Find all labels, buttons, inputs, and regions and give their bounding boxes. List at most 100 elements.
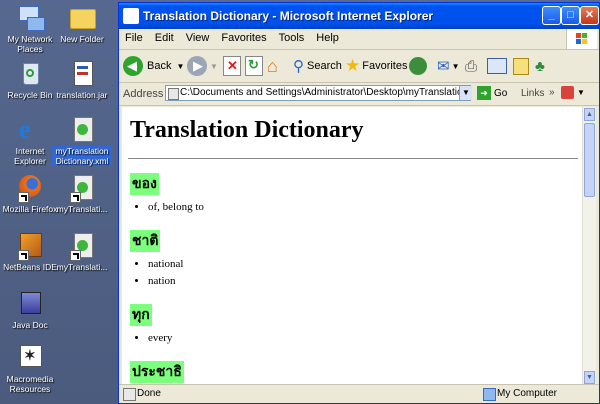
maximize-button[interactable]: □ (561, 6, 580, 25)
ie-page-icon (123, 8, 139, 24)
history-icon (409, 57, 427, 75)
vertical-scrollbar[interactable]: ▲ ▼ (582, 107, 596, 385)
note-icon (513, 57, 529, 75)
links-label[interactable]: Links (521, 88, 544, 99)
address-label: Address (123, 88, 164, 100)
address-bar: Address C:\Documents and Settings\Admini… (119, 83, 599, 106)
close-icon: ✕ (584, 9, 595, 21)
forward-dropdown-icon: ▼ (210, 61, 218, 71)
messenger-button[interactable]: ♣ (535, 54, 545, 78)
desktop-icon-mytranslation-xml[interactable]: myTranslation Dictionary.xml (52, 114, 112, 166)
desktop-icon-netbeans-ide[interactable]: NetBeans IDE (0, 230, 60, 272)
go-button[interactable]: ➜ Go (477, 86, 507, 100)
maximize-icon: □ (567, 9, 574, 21)
back-button[interactable]: ◀ Back ▼ (123, 54, 184, 78)
xml-file-icon (67, 114, 97, 144)
desktop-icon-mytranslation-shortcut-2[interactable]: myTranslati... (52, 230, 112, 272)
my-computer-icon (483, 388, 496, 401)
desktop-icon-macromedia-resources[interactable]: ✶ Macromedia Resources (0, 342, 60, 394)
entry-word: ของ (130, 173, 159, 195)
refresh-button[interactable]: ↻ (245, 54, 263, 78)
menu-help[interactable]: Help (310, 29, 345, 47)
desktop-icon-java-doc[interactable]: Java Doc (0, 288, 60, 330)
scrollbar-thumb[interactable] (584, 123, 595, 197)
page-status-icon (123, 388, 136, 401)
desktop: My Network Places New Folder Recycle Bin… (0, 0, 120, 404)
close-button[interactable]: ✕ (580, 6, 599, 25)
menu-file[interactable]: File (119, 29, 149, 47)
home-icon: ⌂ (267, 55, 278, 76)
entry-meaning: national (148, 256, 584, 273)
history-button[interactable] (409, 54, 427, 78)
window-title: Translation Dictionary - Microsoft Inter… (143, 9, 434, 23)
edit-button[interactable] (487, 54, 507, 78)
page-icon (168, 88, 179, 100)
scroll-up-button[interactable]: ▲ (584, 108, 595, 121)
menu-view[interactable]: View (180, 29, 216, 47)
dictionary-entry: ชาติ national nation (130, 216, 584, 290)
page-content: Translation Dictionary ของ of, belong to… (122, 107, 584, 385)
menu-edit[interactable]: Edit (149, 29, 180, 47)
print-button[interactable]: ⎙ (465, 54, 477, 78)
menu-favorites[interactable]: Favorites (215, 29, 272, 47)
mail-dropdown-icon[interactable]: ▼ (452, 62, 460, 71)
refresh-icon: ↻ (245, 56, 263, 76)
extension-dropdown-icon: ▼ (577, 88, 585, 97)
xml-file-icon (67, 230, 97, 261)
print-icon: ⎙ (465, 57, 478, 75)
stop-button[interactable]: ✕ (223, 54, 241, 78)
minimize-icon: _ (548, 9, 555, 21)
links-chevron-icon[interactable]: » (549, 87, 555, 98)
desktop-icon-mozilla-firefox[interactable]: Mozilla Firefox (0, 172, 60, 214)
title-bar[interactable]: Translation Dictionary - Microsoft Inter… (119, 3, 599, 29)
back-arrow-icon: ◀ (123, 56, 143, 76)
search-button[interactable]: ⚲ Search (293, 54, 342, 78)
menu-bar: File Edit View Favorites Tools Help (119, 29, 599, 50)
desktop-icon-network-places[interactable]: My Network Places (0, 2, 60, 54)
jar-file-icon (67, 58, 97, 88)
dictionary-entry: ประชาธิ state (130, 347, 584, 385)
back-dropdown-icon[interactable]: ▼ (176, 62, 184, 71)
minimize-button[interactable]: _ (542, 6, 561, 25)
extension-icon (561, 86, 574, 99)
security-zone: My Computer (497, 388, 558, 399)
go-arrow-icon: ➜ (477, 86, 491, 100)
chevron-down-icon: ▼ (462, 88, 470, 97)
macromedia-icon: ✶ (15, 342, 45, 372)
star-icon: ★ (345, 56, 361, 75)
discuss-button[interactable] (513, 54, 529, 78)
desktop-icon-recycle-bin[interactable]: Recycle Bin (0, 58, 60, 100)
recycle-bin-icon (15, 58, 45, 88)
stop-icon: ✕ (223, 56, 241, 76)
windows-logo-icon (566, 29, 597, 49)
home-button[interactable]: ⌂ (267, 54, 278, 78)
entry-word: ประชาธิ (130, 361, 184, 383)
entry-word: ทุก (130, 304, 152, 326)
entry-word: ชาติ (130, 230, 161, 252)
address-input[interactable]: C:\Documents and Settings\Administrator\… (165, 85, 471, 101)
status-bar: Done My Computer (119, 384, 599, 403)
desktop-icon-internet-explorer[interactable]: e Internet Explorer (0, 114, 60, 167)
status-text: Done (137, 388, 161, 399)
arrow-down-icon: ▼ (586, 374, 593, 381)
forward-button[interactable]: ▶ ▼ (187, 54, 218, 78)
netbeans-icon (15, 230, 45, 261)
address-dropdown-button[interactable]: ▼ (459, 86, 472, 100)
desktop-icon-mytranslation-shortcut-1[interactable]: myTranslati... (52, 172, 112, 214)
search-icon: ⚲ (293, 58, 304, 75)
network-places-icon (15, 2, 45, 32)
mail-button[interactable]: ✉ ▼ (437, 54, 460, 78)
scroll-down-button[interactable]: ▼ (584, 371, 595, 384)
edit-page-icon (487, 58, 507, 74)
messenger-icon: ♣ (535, 57, 545, 75)
dictionary-entry: ทุก every (130, 290, 584, 347)
desktop-icon-new-folder[interactable]: New Folder (52, 2, 112, 44)
forward-arrow-icon: ▶ (187, 56, 207, 76)
menu-tools[interactable]: Tools (273, 29, 311, 47)
mail-icon: ✉ (437, 58, 450, 75)
desktop-icon-translation-jar[interactable]: translation.jar (52, 58, 112, 100)
extra-toolbar-button[interactable]: ▼ (561, 86, 585, 99)
favorites-button[interactable]: ★ Favorites (345, 54, 408, 78)
dictionary-entry: ของ of, belong to (130, 159, 584, 216)
entry-meaning: every (148, 330, 584, 347)
